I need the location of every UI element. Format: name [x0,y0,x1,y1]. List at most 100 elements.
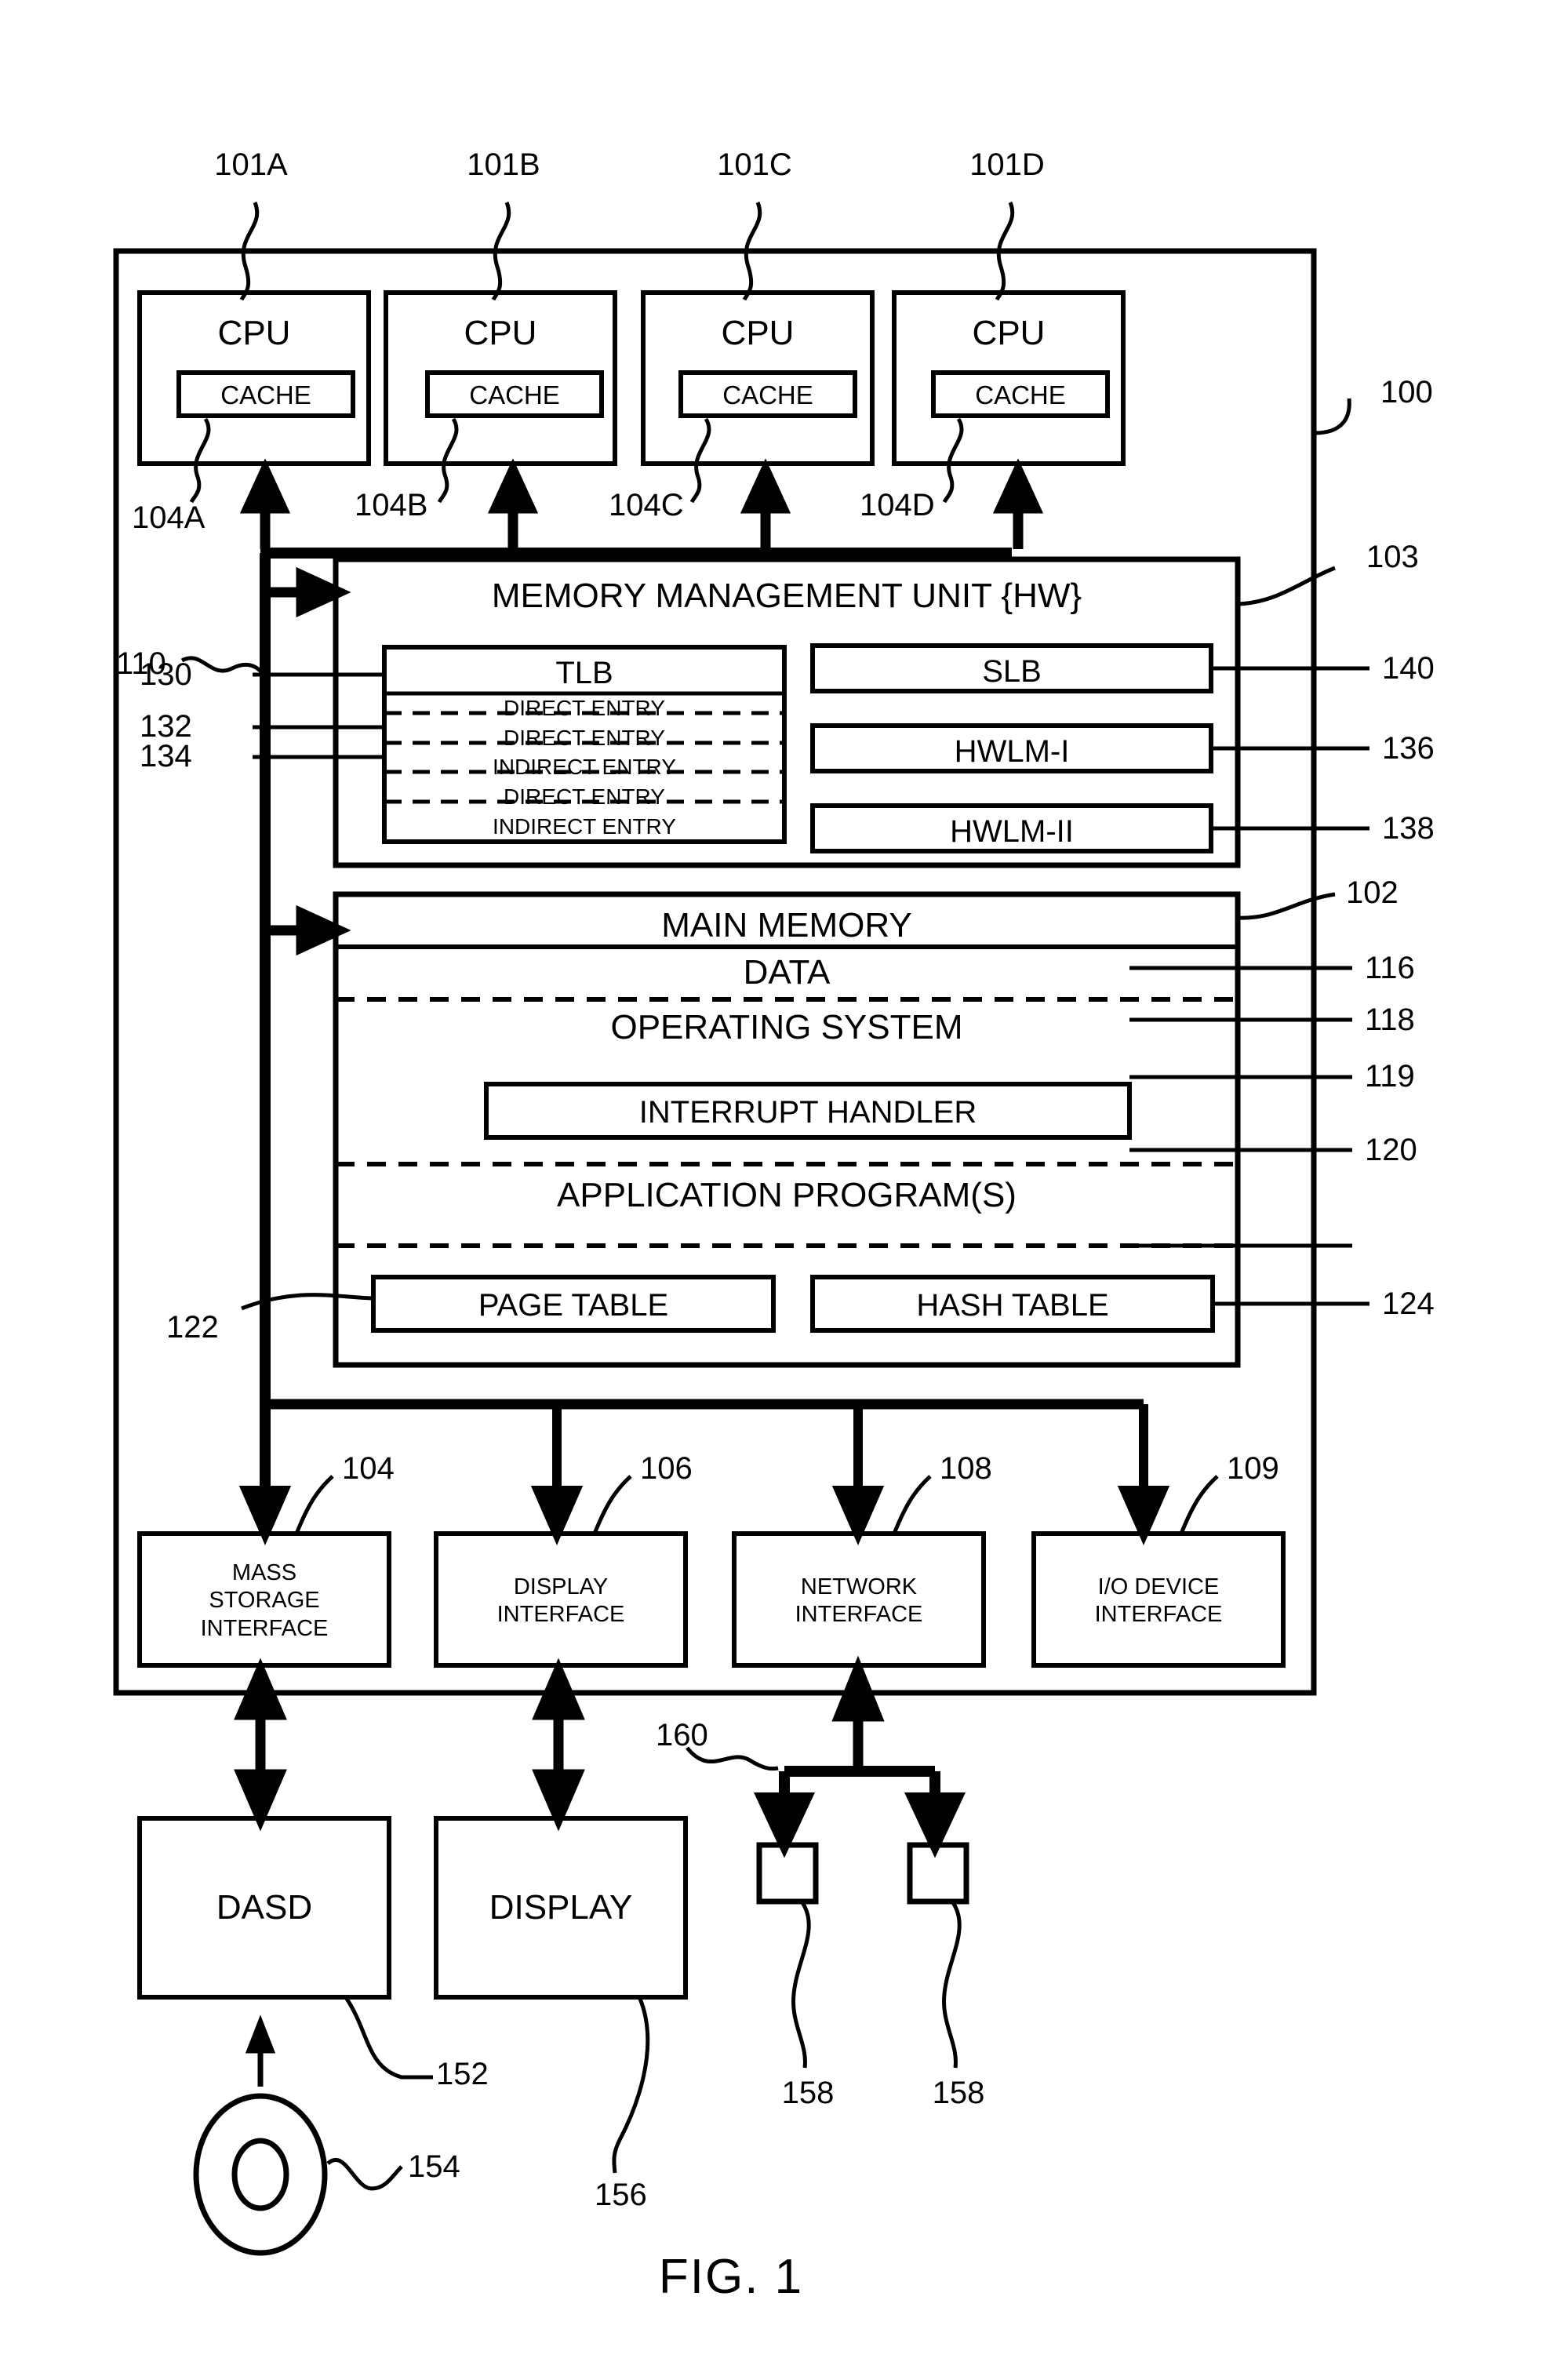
network-interface-label: NETWORK INTERFACE [795,1574,923,1629]
ref-leader-154 [326,2158,403,2191]
mass-storage-interface-line-2: INTERFACE [200,1615,329,1641]
slb-label: SLB [982,654,1042,689]
ref-103-mmu: 103 [1366,540,1419,574]
tlb-entry-0: DIRECT ENTRY [504,696,665,720]
memory-section-apps: APPLICATION PROGRAM(S) [557,1176,1017,1214]
figure-caption: FIG. 1 [658,2250,804,2304]
ref-104b: 104B [355,488,428,522]
ref-120-apps: 120 [1365,1133,1417,1167]
tlb-title: TLB [555,656,613,690]
ref-leader-104-cache [189,417,964,504]
main-memory-title: MAIN MEMORY [661,906,912,944]
mmu-title: MEMORY MANAGEMENT UNIT {HW} [491,577,1082,615]
ref-140-slb: 140 [1382,651,1435,686]
ref-104a: 104A [132,500,206,535]
ref-132-direct-entry: 132 [140,709,192,744]
ref-104d: 104D [860,488,935,522]
cache-label-1: CACHE [469,380,560,409]
cache-label-3: CACHE [975,380,1066,409]
ref-108-network-interface: 108 [940,1451,992,1486]
ref-136-hwlm-i: 136 [1382,731,1435,766]
ref-102-main-memory: 102 [1346,875,1399,910]
ref-158-node-0: 158 [781,2076,835,2110]
tlb-entry-3: DIRECT ENTRY [504,784,665,809]
memory-section-data: DATA [743,953,831,992]
cpu-label-3: CPU [972,314,1046,352]
ref-104-mass-storage-interface: 104 [342,1451,395,1486]
bus-to-mmu-arrow [270,566,351,618]
ref-leaders-memory [1129,966,1369,1306]
cache-boxes [176,370,1110,418]
system-outline [113,248,1317,1696]
page-table-label: PAGE TABLE [478,1288,669,1323]
network-node-boxes [756,1842,969,1905]
ref-leaders-interfaces [294,1475,1219,1534]
ref-101d: 101D [969,147,1045,182]
ref-leader-103 [1237,566,1336,606]
ref-124-hash-table: 124 [1382,1286,1435,1321]
hash-table-label: HASH TABLE [916,1288,1109,1323]
ref-leader-100 [1314,398,1351,435]
display-device-label: DISPLAY [489,1888,633,1927]
network-branch [754,1766,966,1858]
cpu-label-1: CPU [464,314,537,352]
io-device-interface-line-1: INTERFACE [1094,1602,1223,1628]
ref-138-hwlm-ii: 138 [1382,811,1435,846]
ref-leader-102 [1237,892,1336,920]
bus-to-memory-arrow [270,904,351,956]
hwlm-ii-label: HWLM-II [950,814,1074,849]
ref-130-tlb: 130 [140,657,192,692]
tlb-entry-4: INDIRECT ENTRY [493,814,676,839]
ref-106-display-interface: 106 [640,1451,693,1486]
removable-media-icon [193,2093,328,2256]
ref-118-os: 118 [1365,1003,1415,1037]
ref-134-indirect-entry: 134 [140,739,192,773]
ref-122-page-table: 122 [166,1310,219,1345]
display-interface-line-0: DISPLAY [513,1574,609,1599]
ref-leaders-mmu-side [1211,666,1369,831]
ref-158-node-1: 158 [932,2076,985,2110]
ref-116-data: 116 [1365,951,1415,985]
display-interface-label: DISPLAY INTERFACE [497,1574,625,1629]
device-link-arrows [234,1655,885,1832]
hwlm-i-label: HWLM-I [954,734,1070,769]
display-interface-line-1: INTERFACE [496,1602,625,1628]
io-device-interface-label: I/O DEVICE INTERFACE [1095,1574,1223,1629]
io-device-interface-line-0: I/O DEVICE [1097,1574,1220,1599]
ref-leader-122 [241,1293,374,1311]
mass-storage-interface-line-1: STORAGE [209,1588,320,1614]
tlb-entry-1: DIRECT ENTRY [504,726,665,750]
ref-160-network: 160 [656,1718,708,1752]
ref-100-system: 100 [1380,375,1433,409]
patent-figure-1: 101A 101B 101C 101D CPU CPU CPU CPU CACH… [0,0,1564,2380]
cpu-label-0: CPU [217,314,291,352]
ref-leader-152 [344,1997,433,2080]
ref-leader-156 [612,1998,650,2174]
network-interface-line-1: INTERFACE [795,1602,923,1628]
memory-bus-return [336,1334,1241,1368]
media-insert-arrow [245,2014,276,2087]
ref-101a: 101A [214,147,288,182]
dasd-label: DASD [216,1888,313,1927]
tlb-entry-2: INDIRECT ENTRY [493,755,676,779]
network-interface-line-0: NETWORK [800,1574,918,1599]
ref-leader-110 [180,656,265,676]
ref-leaders-158 [791,1900,962,2069]
ref-119-interrupt-handler: 119 [1365,1059,1415,1094]
ref-leaders-tlb [253,672,384,759]
ref-101c: 101C [717,147,792,182]
ref-156-display: 156 [595,2178,647,2212]
ref-154-media: 154 [408,2149,460,2184]
cache-label-2: CACHE [722,380,813,409]
cpu-label-2: CPU [721,314,795,352]
ref-leader-101 [239,202,1015,301]
interrupt-handler-label: INTERRUPT HANDLER [638,1095,977,1130]
ref-101b: 101B [467,147,540,182]
mass-storage-interface-label: MASS STORAGE INTERFACE [201,1559,329,1643]
mass-storage-interface-line-0: MASS [231,1560,297,1585]
ref-152-dasd: 152 [436,2057,489,2091]
ref-109-io-device-interface: 109 [1227,1451,1279,1486]
ref-104c: 104C [609,488,684,522]
memory-section-os: OPERATING SYSTEM [610,1008,963,1046]
cache-label-0: CACHE [220,380,311,409]
